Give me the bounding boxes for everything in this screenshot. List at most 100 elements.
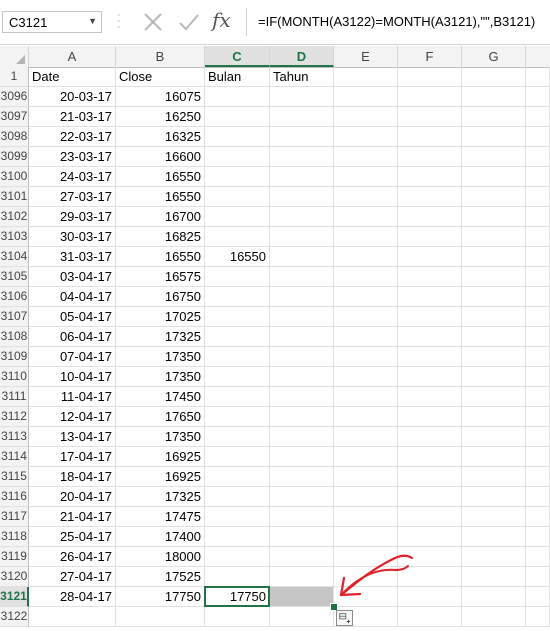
quick-analysis-icon[interactable]: [336, 610, 353, 626]
cell-g[interactable]: [462, 67, 526, 87]
column-header-h[interactable]: [526, 46, 550, 67]
cell-tahun[interactable]: [270, 407, 334, 427]
cell-e[interactable]: [334, 287, 398, 307]
cell-h[interactable]: [526, 307, 550, 327]
cell-tahun[interactable]: [270, 527, 334, 547]
cell-h[interactable]: [526, 407, 550, 427]
name-box[interactable]: C3121 ▼: [2, 11, 102, 33]
cell-bulan[interactable]: [205, 367, 270, 387]
column-header-c[interactable]: C: [205, 46, 270, 67]
cell-e[interactable]: [334, 507, 398, 527]
cell-g[interactable]: [462, 407, 526, 427]
cell-date[interactable]: 24-03-17: [29, 167, 116, 187]
select-all-button[interactable]: [0, 46, 29, 67]
cell-tahun[interactable]: [270, 387, 334, 407]
cell-c-header[interactable]: Bulan: [205, 67, 270, 87]
cell-h[interactable]: [526, 187, 550, 207]
cell-g[interactable]: [462, 107, 526, 127]
cell-bulan[interactable]: [205, 207, 270, 227]
cell-g[interactable]: [462, 267, 526, 287]
cell-e[interactable]: [334, 427, 398, 447]
cell-date[interactable]: 20-03-17: [29, 87, 116, 107]
cell-e[interactable]: [334, 87, 398, 107]
cell-f[interactable]: [398, 387, 462, 407]
cell-tahun[interactable]: [270, 87, 334, 107]
cell-tahun[interactable]: [270, 367, 334, 387]
row-header[interactable]: 3102: [0, 207, 29, 227]
cell-date[interactable]: 13-04-17: [29, 427, 116, 447]
cell-date[interactable]: 21-04-17: [29, 507, 116, 527]
cell-bulan[interactable]: [205, 307, 270, 327]
cell-g[interactable]: [462, 427, 526, 447]
cell-e[interactable]: [334, 187, 398, 207]
cell-e[interactable]: [334, 207, 398, 227]
cell-tahun[interactable]: [270, 427, 334, 447]
cell-h[interactable]: [526, 167, 550, 187]
cell-close[interactable]: 16925: [116, 447, 205, 467]
cell-g[interactable]: [462, 167, 526, 187]
cell-close[interactable]: 16250: [116, 107, 205, 127]
cell-tahun[interactable]: [270, 327, 334, 347]
cell-f[interactable]: [398, 467, 462, 487]
chevron-down-icon[interactable]: ▼: [88, 16, 97, 26]
cell-f[interactable]: [398, 207, 462, 227]
row-header[interactable]: 3121: [0, 587, 29, 607]
cell-close[interactable]: 16550: [116, 247, 205, 267]
cell-e[interactable]: [334, 447, 398, 467]
cell-f[interactable]: [398, 367, 462, 387]
cell-close[interactable]: 17325: [116, 487, 205, 507]
cell-close[interactable]: 16575: [116, 267, 205, 287]
cell-h[interactable]: [526, 567, 550, 587]
cell-date[interactable]: 21-03-17: [29, 107, 116, 127]
cell-f[interactable]: [398, 187, 462, 207]
cell-bulan[interactable]: [205, 507, 270, 527]
cell-date[interactable]: 25-04-17: [29, 527, 116, 547]
row-header[interactable]: 3116: [0, 487, 29, 507]
cancel-icon[interactable]: [140, 10, 166, 34]
cell-g[interactable]: [462, 607, 526, 627]
cell-h[interactable]: [526, 267, 550, 287]
cell-date[interactable]: 26-04-17: [29, 547, 116, 567]
cell-h[interactable]: [526, 367, 550, 387]
cell-h[interactable]: [526, 207, 550, 227]
row-header[interactable]: 3111: [0, 387, 29, 407]
cell-bulan[interactable]: [205, 467, 270, 487]
cell-bulan[interactable]: [205, 327, 270, 347]
cell-close[interactable]: 17025: [116, 307, 205, 327]
cell-date[interactable]: 04-04-17: [29, 287, 116, 307]
cell-date[interactable]: 31-03-17: [29, 247, 116, 267]
cell-bulan[interactable]: [205, 567, 270, 587]
cell-tahun[interactable]: [270, 107, 334, 127]
cell-bulan[interactable]: [205, 127, 270, 147]
cell-f[interactable]: [398, 307, 462, 327]
cell-close[interactable]: 17525: [116, 567, 205, 587]
row-header[interactable]: 1: [0, 67, 29, 87]
cell-g[interactable]: [462, 447, 526, 467]
cell-date[interactable]: 05-04-17: [29, 307, 116, 327]
cell-e[interactable]: [334, 107, 398, 127]
cell-e[interactable]: [334, 167, 398, 187]
cell-close[interactable]: 16825: [116, 227, 205, 247]
cell-tahun[interactable]: [270, 447, 334, 467]
row-header[interactable]: 3119: [0, 547, 29, 567]
cell-date[interactable]: 10-04-17: [29, 367, 116, 387]
cell-bulan[interactable]: 16550: [205, 247, 270, 267]
cell-date[interactable]: 23-03-17: [29, 147, 116, 167]
cell-close[interactable]: 18000: [116, 547, 205, 567]
cell-h[interactable]: [526, 507, 550, 527]
row-header[interactable]: 3110: [0, 367, 29, 387]
cell-h[interactable]: [526, 447, 550, 467]
cell-close[interactable]: 17325: [116, 327, 205, 347]
cell-h[interactable]: [526, 127, 550, 147]
cell-h[interactable]: [526, 287, 550, 307]
cell-e[interactable]: [334, 367, 398, 387]
cell-f[interactable]: [398, 147, 462, 167]
cell-e[interactable]: [334, 307, 398, 327]
cell-f[interactable]: [398, 247, 462, 267]
cell-f[interactable]: [398, 267, 462, 287]
cell-close[interactable]: 16325: [116, 127, 205, 147]
cell-close[interactable]: 16700: [116, 207, 205, 227]
cell-g[interactable]: [462, 307, 526, 327]
cell-h[interactable]: [526, 327, 550, 347]
cell-f[interactable]: [398, 447, 462, 467]
